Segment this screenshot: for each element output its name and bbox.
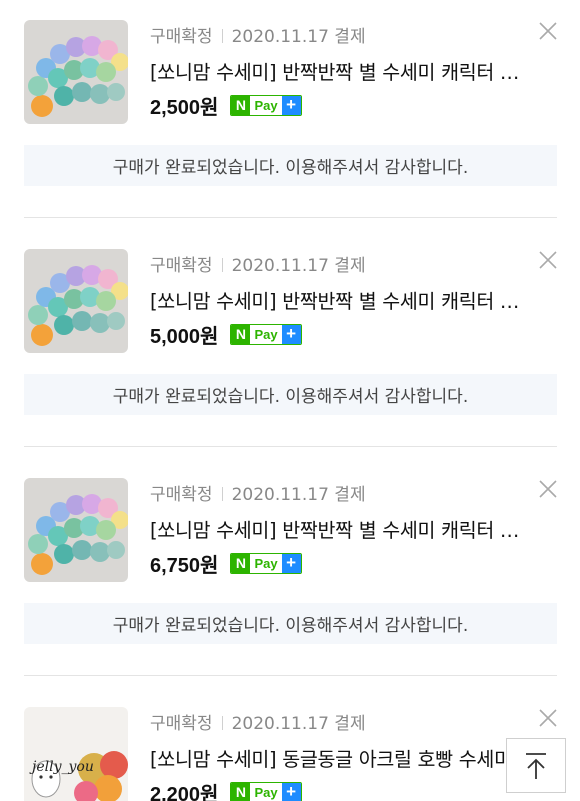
npay-badge: N Pay + <box>230 552 302 574</box>
order-status: 구매확정 <box>150 714 213 734</box>
product-price: 5,000원 <box>150 325 219 348</box>
npay-n-icon: N <box>231 95 251 115</box>
order-status: 구매확정 <box>150 485 213 505</box>
order-meta: 구매확정 2020.11.17 결제 <box>150 709 366 734</box>
npay-plus-icon: + <box>281 553 301 573</box>
scroll-to-top-button[interactable] <box>506 738 566 793</box>
arrow-up-icon <box>526 752 546 779</box>
jelly-you-logo-image <box>24 707 128 801</box>
product-thumbnail[interactable] <box>24 249 128 353</box>
divider <box>24 675 557 676</box>
npay-plus-icon: + <box>281 95 301 115</box>
order-date: 2020.11.17 결제 <box>231 256 366 276</box>
meta-divider <box>221 258 223 272</box>
order-date: 2020.11.17 결제 <box>231 714 366 734</box>
npay-label: Pay <box>250 324 282 344</box>
npay-label: Pay <box>250 553 282 573</box>
thumbnail-watermark: jelly_you <box>32 759 94 775</box>
price-row: 2,500원 N Pay + <box>150 92 302 119</box>
product-price: 2,500원 <box>150 96 219 119</box>
close-icon[interactable] <box>537 707 559 729</box>
order-status: 구매확정 <box>150 256 213 276</box>
npay-plus-icon: + <box>281 782 301 801</box>
divider <box>24 217 557 218</box>
product-price: 6,750원 <box>150 554 219 577</box>
purchase-complete-notice: 구매가 완료되었습니다. 이용해주셔서 감사합니다. <box>24 145 557 186</box>
star-scrubbers-image <box>24 249 128 353</box>
npay-n-icon: N <box>231 324 251 344</box>
price-row: 6,750원 N Pay + <box>150 550 302 577</box>
product-price: 2,200원 <box>150 783 219 801</box>
npay-badge: N Pay + <box>230 323 302 345</box>
product-title[interactable]: [쏘니맘 수세미] 반짝반짝 별 수세미 캐릭터 … <box>150 285 530 314</box>
npay-plus-icon: + <box>281 324 301 344</box>
divider <box>24 446 557 447</box>
close-icon[interactable] <box>537 249 559 271</box>
purchase-complete-notice: 구매가 완료되었습니다. 이용해주셔서 감사합니다. <box>24 603 557 644</box>
order-date: 2020.11.17 결제 <box>231 485 366 505</box>
product-title[interactable]: [쏘니맘 수세미] 동글동글 아크릴 호빵 수세미 <box>150 743 510 772</box>
close-icon[interactable] <box>537 478 559 500</box>
price-row: 5,000원 N Pay + <box>150 321 302 348</box>
npay-badge: N Pay + <box>230 94 302 116</box>
meta-divider <box>221 487 223 501</box>
order-meta: 구매확정 2020.11.17 결제 <box>150 251 366 276</box>
npay-n-icon: N <box>231 553 251 573</box>
product-thumbnail[interactable] <box>24 478 128 582</box>
order-status: 구매확정 <box>150 27 213 47</box>
npay-label: Pay <box>250 782 282 801</box>
meta-divider <box>221 716 223 730</box>
star-scrubbers-image <box>24 20 128 124</box>
npay-label: Pay <box>250 95 282 115</box>
order-meta: 구매확정 2020.11.17 결제 <box>150 22 366 47</box>
purchase-complete-notice: 구매가 완료되었습니다. 이용해주셔서 감사합니다. <box>24 374 557 415</box>
price-row: 2,200원 N Pay + <box>150 779 302 801</box>
meta-divider <box>221 29 223 43</box>
star-scrubbers-image <box>24 478 128 582</box>
npay-badge: N Pay + <box>230 781 302 801</box>
npay-n-icon: N <box>231 782 251 801</box>
product-title[interactable]: [쏘니맘 수세미] 반짝반짝 별 수세미 캐릭터 … <box>150 56 530 85</box>
close-icon[interactable] <box>537 20 559 42</box>
product-title[interactable]: [쏘니맘 수세미] 반짝반짝 별 수세미 캐릭터 … <box>150 514 530 543</box>
product-thumbnail[interactable]: jelly_you <box>24 707 128 801</box>
product-thumbnail[interactable] <box>24 20 128 124</box>
order-date: 2020.11.17 결제 <box>231 27 366 47</box>
order-meta: 구매확정 2020.11.17 결제 <box>150 480 366 505</box>
